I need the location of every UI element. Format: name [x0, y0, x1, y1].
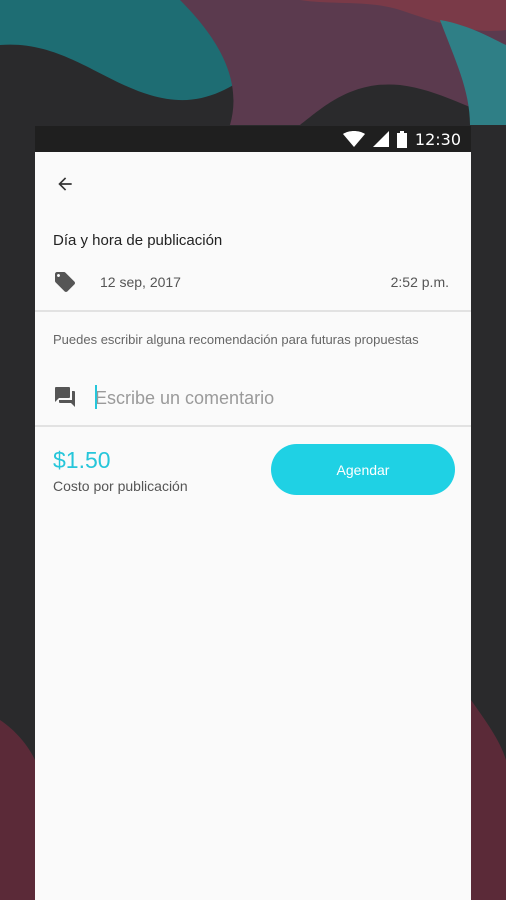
schedule-screen: Día y hora de publicación 12 sep, 2017 2… [35, 152, 471, 900]
status-time: 12:30 [414, 129, 461, 149]
divider [35, 425, 471, 427]
back-button[interactable] [49, 168, 81, 200]
publication-time[interactable]: 2:52 p.m. [391, 274, 449, 290]
chat-icon [55, 387, 75, 407]
comment-hint: Puedes escribir alguna recomendación par… [53, 332, 419, 347]
battery-icon [396, 130, 407, 148]
tag-icon [55, 272, 75, 292]
publication-date[interactable]: 12 sep, 2017 [100, 274, 181, 290]
schedule-button[interactable]: Agendar [271, 444, 455, 495]
comment-input[interactable] [95, 383, 445, 413]
divider [35, 310, 471, 312]
app-bar [35, 152, 471, 216]
wifi-icon [342, 131, 365, 147]
status-bar: 12:30 [35, 126, 471, 152]
price-value: $1.50 [53, 447, 111, 473]
price-label: Costo por publicación [53, 478, 188, 494]
signal-icon [372, 131, 389, 147]
date-time-row[interactable]: 12 sep, 2017 2:52 p.m. [35, 267, 471, 297]
schedule-title: Día y hora de publicación [53, 232, 223, 249]
text-cursor [95, 385, 97, 409]
arrow-left-icon [58, 177, 72, 191]
